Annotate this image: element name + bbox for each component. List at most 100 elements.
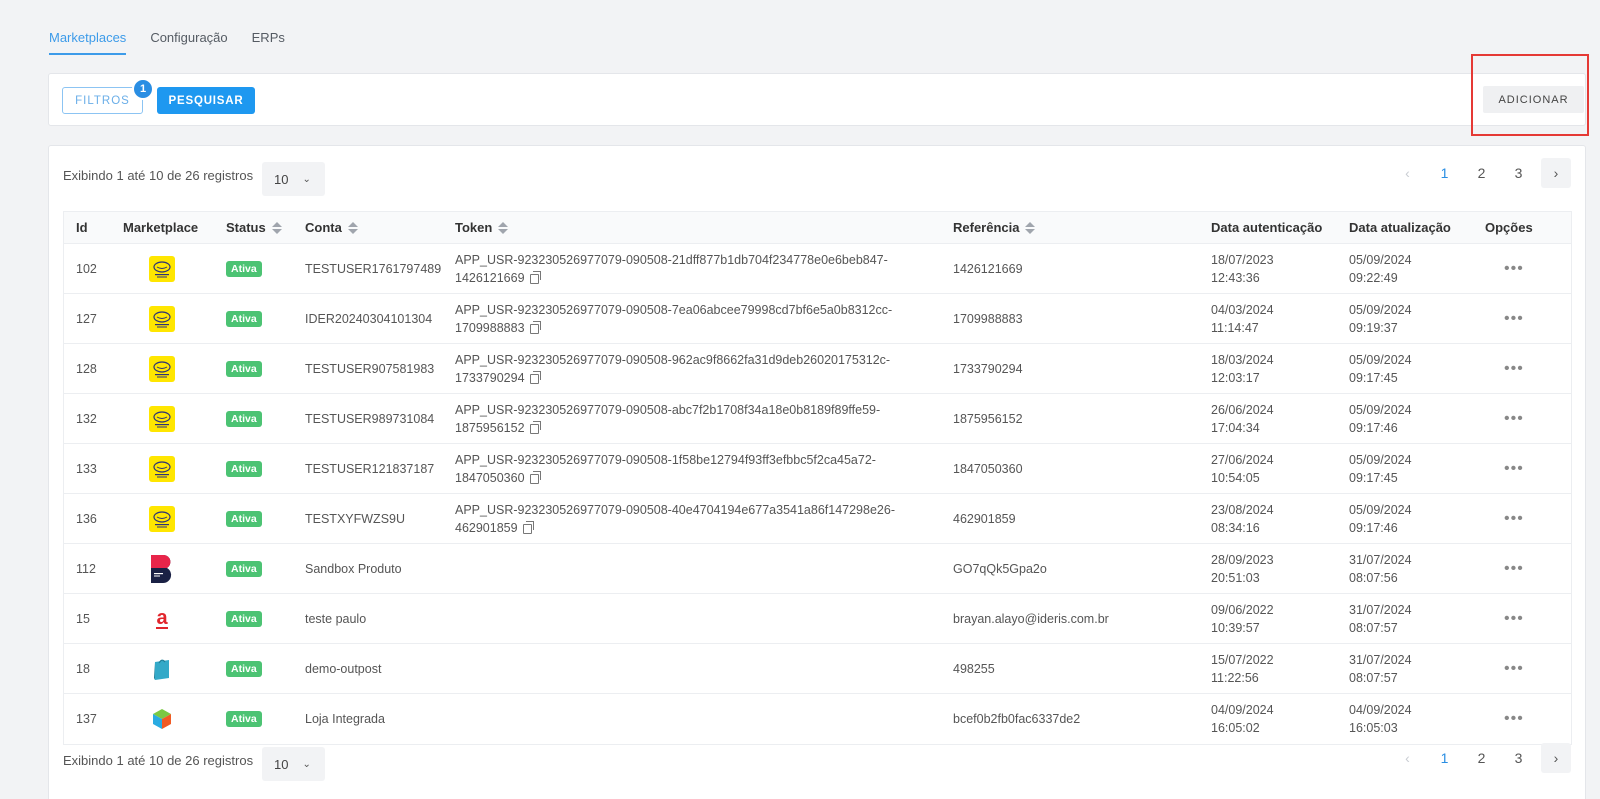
header-id: Id	[76, 220, 88, 235]
page-3-button[interactable]: 3	[1500, 158, 1537, 188]
referencia-cell: GO7qQk5Gpa2o	[953, 562, 1047, 576]
token-value-line1: APP_USR-923230526977079-090508-962ac9f86…	[455, 353, 891, 367]
auth-date-cell: 23/08/2024 08:34:16	[1211, 494, 1274, 544]
update-time: 16:05:03	[1349, 721, 1398, 735]
copy-icon[interactable]	[529, 470, 541, 484]
header-referencia[interactable]: Referência	[953, 220, 1036, 235]
auth-time: 16:05:02	[1211, 721, 1260, 735]
more-options-icon[interactable]: •••	[1504, 260, 1524, 278]
chevron-right-icon[interactable]: ›	[1541, 743, 1571, 773]
marketplace-cell	[149, 344, 175, 394]
tab-erps[interactable]: ERPs	[252, 30, 285, 55]
chevron-left-icon[interactable]: ‹	[1389, 743, 1426, 773]
conta-cell: TESTUSER907581983	[305, 362, 435, 376]
more-options-icon[interactable]: •••	[1504, 310, 1524, 328]
copy-icon[interactable]	[522, 520, 534, 534]
auth-date: 18/03/2024	[1211, 353, 1274, 367]
tab-configuracao[interactable]: Configuração	[150, 30, 227, 55]
copy-icon[interactable]	[529, 270, 541, 284]
header-status[interactable]: Status	[226, 220, 282, 235]
update-time: 09:22:49	[1349, 271, 1398, 285]
auth-date: 09/06/2022	[1211, 603, 1274, 617]
more-options-icon[interactable]: •••	[1504, 560, 1524, 578]
top-tabs: Marketplaces Configuração ERPs	[49, 30, 285, 55]
more-options-icon[interactable]: •••	[1504, 360, 1524, 378]
referencia-cell: 1875956152	[953, 412, 1023, 426]
mercado-livre-logo-icon	[149, 256, 175, 282]
token-cell: APP_USR-923230526977079-090508-962ac9f86…	[455, 344, 890, 394]
b-marketplace-logo-icon	[149, 555, 175, 584]
marketplace-cell	[149, 694, 175, 744]
more-options-icon[interactable]: •••	[1504, 610, 1524, 628]
auth-date: 23/08/2024	[1211, 503, 1274, 517]
referencia-cell: bcef0b2fb0fac6337de2	[953, 712, 1081, 726]
table-row: 127 Ativa IDER20240304101304 APP_USR-923…	[64, 294, 1571, 344]
table-row: 136 Ativa TESTXYFWZS9U APP_USR-923230526…	[64, 494, 1571, 544]
conta-cell: TESTUSER989731084	[305, 412, 435, 426]
update-time: 09:17:45	[1349, 371, 1398, 385]
conta-cell: TESTXYFWZS9U	[305, 512, 406, 526]
token-value-line1: APP_USR-923230526977079-090508-40e470419…	[455, 503, 895, 517]
table-row: 133 Ativa TESTUSER121837187 APP_USR-9232…	[64, 444, 1571, 494]
page-1-button[interactable]: 1	[1426, 743, 1463, 773]
auth-date-cell: 04/03/2024 11:14:47	[1211, 294, 1274, 344]
copy-icon[interactable]	[529, 320, 541, 334]
mercado-livre-logo-icon	[149, 456, 175, 482]
chevron-left-icon[interactable]: ‹	[1389, 158, 1426, 188]
sort-icon	[498, 221, 509, 234]
status-cell: Ativa	[226, 244, 262, 294]
marketplaces-table: Id Marketplace Status Conta Token Referê…	[63, 211, 1572, 745]
update-date-cell: 31/07/2024 08:07:57	[1349, 644, 1412, 694]
auth-time: 11:22:56	[1211, 671, 1259, 685]
update-date: 05/09/2024	[1349, 453, 1412, 467]
auth-date: 04/09/2024	[1211, 703, 1274, 717]
mercado-livre-logo-icon	[149, 356, 175, 382]
status-badge: Ativa	[226, 511, 262, 527]
results-panel: Exibindo 1 até 10 de 26 registros 10 ⌄ ‹…	[48, 145, 1586, 799]
page-1-button[interactable]: 1	[1426, 158, 1463, 188]
update-date: 05/09/2024	[1349, 303, 1412, 317]
update-date: 05/09/2024	[1349, 403, 1412, 417]
referencia-cell: 498255	[953, 662, 995, 676]
americanas-logo-icon: a	[149, 606, 175, 632]
update-date-cell: 05/09/2024 09:22:49	[1349, 244, 1412, 294]
token-cell: APP_USR-923230526977079-090508-40e470419…	[455, 494, 895, 544]
add-button[interactable]: ADICIONAR	[1483, 86, 1584, 113]
page-size-select-bottom[interactable]: 10 ⌄	[262, 747, 325, 781]
token-value-line1: APP_USR-923230526977079-090508-7ea06abce…	[455, 303, 893, 317]
status-cell: Ativa	[226, 444, 262, 494]
more-options-icon[interactable]: •••	[1504, 460, 1524, 478]
header-conta[interactable]: Conta	[305, 220, 358, 235]
page-2-button[interactable]: 2	[1463, 743, 1500, 773]
copy-icon[interactable]	[529, 420, 541, 434]
token-value-line1: APP_USR-923230526977079-090508-1f58be127…	[455, 453, 876, 467]
update-time: 09:17:45	[1349, 471, 1398, 485]
table-row: 15 a Ativa teste paulo brayan.alayo@ider…	[64, 594, 1571, 644]
more-options-icon[interactable]: •••	[1504, 410, 1524, 428]
search-button[interactable]: PESQUISAR	[157, 87, 255, 114]
page-size-select[interactable]: 10 ⌄	[262, 162, 325, 196]
filters-button[interactable]: FILTROS	[62, 87, 143, 114]
token-value-line2: 1733790294	[455, 371, 525, 385]
more-options-icon[interactable]: •••	[1504, 660, 1524, 678]
conta-cell: Loja Integrada	[305, 712, 385, 726]
update-time: 08:07:57	[1349, 621, 1398, 635]
more-options-icon[interactable]: •••	[1504, 510, 1524, 528]
marketplace-cell	[149, 644, 175, 694]
token-value-line2: 462901859	[455, 521, 518, 535]
tab-marketplaces[interactable]: Marketplaces	[49, 30, 127, 55]
marketplace-cell	[149, 494, 175, 544]
page-2-button[interactable]: 2	[1463, 158, 1500, 188]
chevron-right-icon[interactable]: ›	[1541, 158, 1571, 188]
header-token[interactable]: Token	[455, 220, 509, 235]
status-badge: Ativa	[226, 661, 262, 677]
update-date: 31/07/2024	[1349, 603, 1412, 617]
more-options-icon[interactable]: •••	[1504, 710, 1524, 728]
auth-time: 17:04:34	[1211, 421, 1260, 435]
page-3-button[interactable]: 3	[1500, 743, 1537, 773]
auth-date-cell: 15/07/2022 11:22:56	[1211, 644, 1274, 694]
id-cell: 132	[76, 412, 97, 426]
referencia-cell: 1847050360	[953, 462, 1023, 476]
copy-icon[interactable]	[529, 370, 541, 384]
update-time: 09:19:37	[1349, 321, 1398, 335]
